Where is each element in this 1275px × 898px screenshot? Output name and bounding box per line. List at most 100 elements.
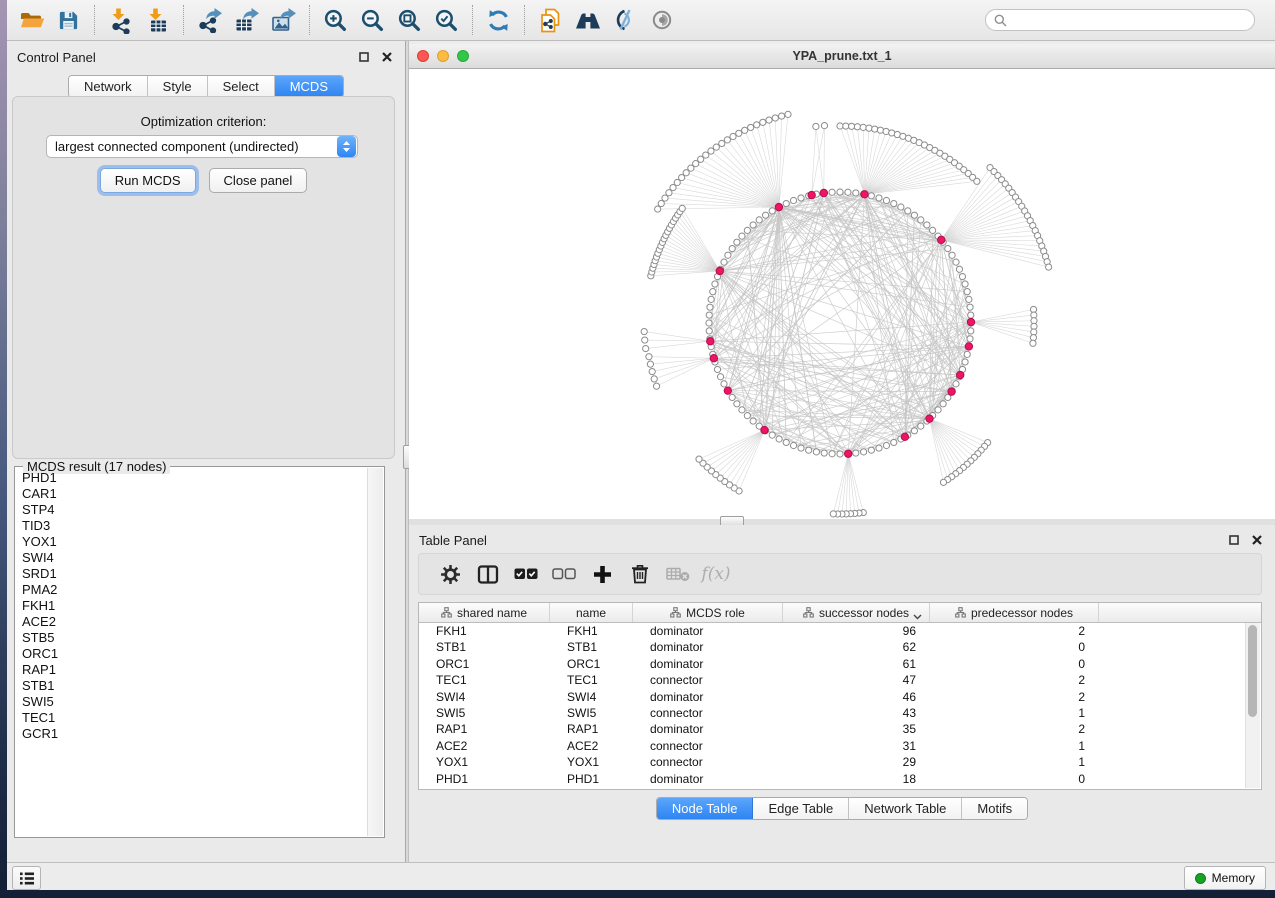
graph-node[interactable] (966, 296, 972, 302)
graph-node[interactable] (725, 252, 731, 258)
zoom-in-icon[interactable] (317, 4, 354, 36)
graph-node[interactable] (905, 208, 911, 214)
graph-node[interactable] (877, 127, 883, 133)
graph-hub-node[interactable] (938, 236, 945, 243)
run-mcds-button[interactable]: Run MCDS (100, 168, 196, 193)
graph-node[interactable] (646, 354, 652, 360)
graph-node[interactable] (729, 394, 735, 400)
graph-node[interactable] (891, 200, 897, 206)
graph-node[interactable] (830, 511, 836, 517)
save-session-icon[interactable] (50, 4, 87, 36)
mcds-result-item[interactable]: PHD1 (16, 470, 368, 486)
graph-node[interactable] (785, 111, 791, 117)
zoom-out-icon[interactable] (354, 4, 391, 36)
graph-node[interactable] (769, 432, 775, 438)
graph-node[interactable] (658, 200, 664, 206)
column-header-name[interactable]: name (550, 603, 633, 622)
graph-node[interactable] (953, 259, 959, 265)
graph-node[interactable] (962, 359, 968, 365)
float-panel-icon[interactable] (356, 49, 372, 65)
graph-node[interactable] (930, 227, 936, 233)
graph-node[interactable] (949, 252, 955, 258)
show-panels-list-button[interactable] (12, 866, 41, 890)
mcds-result-item[interactable]: STB1 (16, 678, 368, 694)
mcds-result-item[interactable]: SWI4 (16, 550, 368, 566)
mcds-result-item[interactable]: ACE2 (16, 614, 368, 630)
graph-node[interactable] (744, 413, 750, 419)
graph-node[interactable] (854, 124, 860, 130)
show-hide-annotations-icon[interactable] (643, 4, 680, 36)
mcds-result-item[interactable]: SRD1 (16, 566, 368, 582)
graph-node[interactable] (911, 428, 917, 434)
graph-node[interactable] (706, 320, 712, 326)
mcds-result-item[interactable]: ORC1 (16, 646, 368, 662)
export-image-icon[interactable] (265, 4, 302, 36)
graph-node[interactable] (813, 449, 819, 455)
graph-hub-node[interactable] (901, 433, 908, 440)
graph-node[interactable] (853, 450, 859, 456)
graph-node[interactable] (643, 345, 649, 351)
optimization-criterion-select[interactable]: largest connected component (undirected) (46, 135, 358, 158)
graph-node[interactable] (707, 304, 713, 310)
export-table-icon[interactable] (228, 4, 265, 36)
table-row-yox1[interactable]: YOX1YOX1connector291 (419, 754, 1261, 770)
table-row-fkh1[interactable]: FKH1FKH1dominator962 (419, 623, 1261, 639)
graph-node[interactable] (853, 190, 859, 196)
table-row-swi5[interactable]: SWI5SWI5connector431 (419, 705, 1261, 721)
close-table-panel-icon[interactable] (1249, 532, 1265, 548)
graph-node[interactable] (829, 451, 835, 457)
table-row-swi4[interactable]: SWI4SWI4dominator462 (419, 689, 1261, 705)
graph-node[interactable] (964, 289, 970, 295)
graph-node[interactable] (706, 328, 712, 334)
add-column-icon[interactable] (583, 557, 621, 591)
graph-hub-node[interactable] (820, 189, 827, 196)
tab-motifs[interactable]: Motifs (962, 798, 1027, 819)
search-input[interactable] (1011, 10, 1254, 30)
column-header-mcds-role[interactable]: MCDS role (633, 603, 783, 622)
network-canvas[interactable] (409, 69, 1275, 560)
graph-node[interactable] (837, 451, 843, 457)
graph-node[interactable] (872, 126, 878, 132)
mcds-result-item[interactable]: STP4 (16, 502, 368, 518)
graph-node[interactable] (748, 124, 754, 130)
tab-network[interactable]: Network (69, 76, 148, 97)
show-hide-graphics-details-icon[interactable] (606, 4, 643, 36)
clone-network-icon[interactable] (532, 4, 569, 36)
graph-node[interactable] (713, 144, 719, 150)
graph-node[interactable] (940, 401, 946, 407)
graph-node[interactable] (719, 140, 725, 146)
graph-node[interactable] (845, 189, 851, 195)
table-row-rap1[interactable]: RAP1RAP1dominator352 (419, 721, 1261, 737)
graph-node[interactable] (924, 222, 930, 228)
graph-node[interactable] (967, 304, 973, 310)
graph-hub-node[interactable] (926, 415, 933, 422)
graph-node[interactable] (959, 273, 965, 279)
graph-node[interactable] (866, 125, 872, 131)
graph-node[interactable] (679, 205, 685, 211)
graph-node[interactable] (821, 450, 827, 456)
graph-node[interactable] (918, 217, 924, 223)
graph-node[interactable] (918, 423, 924, 429)
graph-node[interactable] (642, 337, 648, 343)
memory-button[interactable]: Memory (1184, 866, 1266, 890)
graph-node[interactable] (754, 122, 760, 128)
graph-node[interactable] (974, 178, 980, 184)
graph-hub-node[interactable] (965, 343, 972, 350)
node-table-scrollbar[interactable] (1245, 623, 1260, 788)
graph-node[interactable] (696, 456, 702, 462)
graph-node[interactable] (798, 445, 804, 451)
mcds-result-item[interactable]: STB5 (16, 630, 368, 646)
graph-node[interactable] (1046, 264, 1052, 270)
graph-node[interactable] (837, 189, 843, 195)
graph-node[interactable] (739, 233, 745, 239)
graph-node[interactable] (962, 281, 968, 287)
graph-node[interactable] (849, 123, 855, 129)
tab-select[interactable]: Select (208, 76, 275, 97)
zoom-selected-icon[interactable] (428, 4, 465, 36)
tab-network-table[interactable]: Network Table (849, 798, 962, 819)
graph-node[interactable] (744, 227, 750, 233)
graph-node[interactable] (734, 239, 740, 245)
graph-node[interactable] (956, 266, 962, 272)
graph-node[interactable] (868, 447, 874, 453)
table-row-ace2[interactable]: ACE2ACE2connector311 (419, 738, 1261, 754)
